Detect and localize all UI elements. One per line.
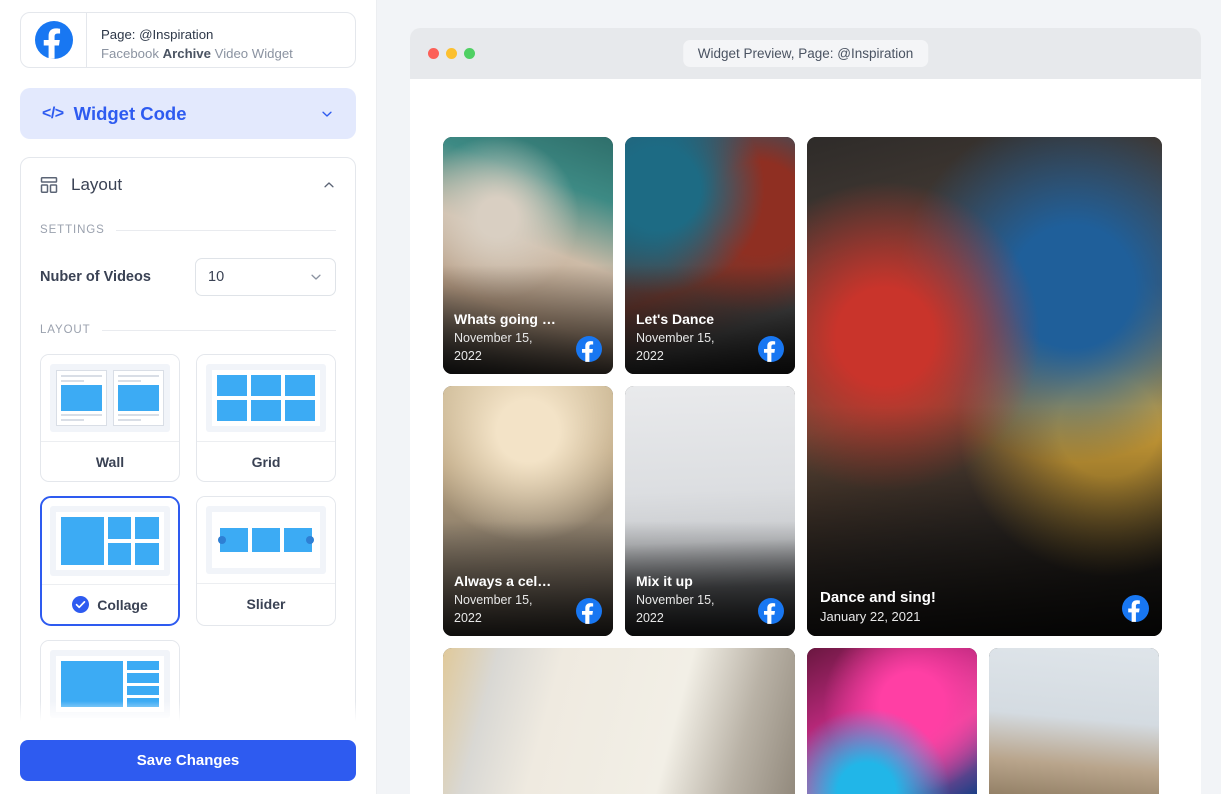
video-meta: Whats going on... November 15, 2022 bbox=[454, 310, 557, 365]
video-thumbnail bbox=[443, 648, 795, 794]
page-header-titles: Page: @Inspiration Facebook Archive Vide… bbox=[87, 13, 293, 67]
video-card[interactable] bbox=[989, 648, 1159, 794]
video-meta: Let's Dance November 15, 2022 bbox=[636, 310, 739, 365]
widget-canvas: Whats going on... November 15, 2022 bbox=[410, 79, 1201, 794]
widget-subtitle-bold: Archive bbox=[163, 46, 211, 61]
close-dot-icon[interactable] bbox=[428, 48, 439, 59]
layout-option-label: Wall bbox=[96, 454, 124, 470]
check-circle-icon bbox=[72, 596, 89, 613]
list-thumb bbox=[41, 641, 179, 727]
video-card[interactable]: Let's Dance November 15, 2022 bbox=[625, 137, 795, 374]
chevron-up-icon[interactable] bbox=[322, 178, 336, 192]
video-title: Whats going on... bbox=[454, 310, 557, 329]
slider-footer: Slider bbox=[197, 583, 335, 623]
video-meta: Mix it up November 15, 2022 bbox=[636, 572, 739, 627]
number-of-videos-label: Nuber of Videos bbox=[40, 269, 195, 285]
traffic-lights bbox=[428, 48, 475, 59]
facebook-icon[interactable] bbox=[758, 336, 784, 362]
widget-code-label: Widget Code bbox=[74, 103, 320, 125]
collage-right-column: Dance and sing! January 22, 2021 bbox=[807, 137, 1162, 636]
layout-option-label: Collage bbox=[97, 597, 148, 613]
layout-option-collage[interactable]: Collage bbox=[40, 496, 180, 626]
facebook-icon[interactable] bbox=[576, 598, 602, 624]
video-thumbnail bbox=[807, 648, 977, 794]
layout-option-label: Slider bbox=[247, 596, 286, 612]
page-name: Page: @Inspiration bbox=[101, 25, 293, 44]
layout-option-grid[interactable]: Grid bbox=[196, 354, 336, 482]
minimize-dot-icon[interactable] bbox=[446, 48, 457, 59]
layout-option-wall[interactable]: Wall bbox=[40, 354, 180, 482]
collage-thumb bbox=[42, 498, 178, 584]
facebook-icon[interactable] bbox=[576, 336, 602, 362]
layout-panel-title: Layout bbox=[71, 175, 322, 195]
number-of-videos-row: Nuber of Videos 10 bbox=[40, 258, 336, 296]
collage-layout: Whats going on... November 15, 2022 bbox=[443, 137, 1168, 636]
settings-section-label: SETTINGS bbox=[40, 224, 336, 236]
video-date: November 15, 2022 bbox=[636, 329, 739, 365]
browser-titlebar: Widget Preview, Page: @Inspiration bbox=[410, 28, 1201, 79]
save-bar: Save Changes bbox=[0, 727, 376, 794]
grid-thumb bbox=[197, 355, 335, 441]
widget-subtitle-suffix: Video Widget bbox=[211, 46, 293, 61]
slider-dot-left-icon bbox=[218, 536, 226, 544]
video-card[interactable] bbox=[443, 648, 795, 794]
video-date: November 15, 2022 bbox=[454, 591, 557, 627]
slider-dot-right-icon bbox=[306, 536, 314, 544]
video-title: Always a celebr... bbox=[454, 572, 557, 591]
video-date: November 15, 2022 bbox=[636, 591, 739, 627]
chevron-down-icon bbox=[320, 107, 334, 121]
video-thumbnail bbox=[989, 648, 1159, 794]
video-meta: Dance and sing! January 22, 2021 bbox=[820, 587, 1106, 626]
video-card[interactable] bbox=[807, 648, 977, 794]
video-title: Mix it up bbox=[636, 572, 739, 591]
collage-bottom-row bbox=[443, 648, 1168, 794]
app-root: Page: @Inspiration Facebook Archive Vide… bbox=[0, 0, 1221, 794]
widget-code-accordion[interactable]: </> Widget Code bbox=[20, 88, 356, 139]
video-title: Dance and sing! bbox=[820, 587, 1106, 608]
number-of-videos-select[interactable]: 10 bbox=[195, 258, 336, 296]
facebook-logo-icon bbox=[35, 21, 73, 59]
widget-subtitle-prefix: Facebook bbox=[101, 46, 163, 61]
preview-area: Widget Preview, Page: @Inspiration Whats… bbox=[377, 0, 1221, 794]
sidebar-scroll-area[interactable]: Page: @Inspiration Facebook Archive Vide… bbox=[0, 0, 376, 727]
collage-footer: Collage bbox=[42, 584, 178, 624]
preview-title-chip: Widget Preview, Page: @Inspiration bbox=[683, 40, 929, 67]
video-date: January 22, 2021 bbox=[820, 608, 1106, 626]
number-of-videos-value: 10 bbox=[208, 269, 309, 285]
layout-section-text: LAYOUT bbox=[40, 324, 91, 336]
video-card-featured[interactable]: Dance and sing! January 22, 2021 bbox=[807, 137, 1162, 636]
facebook-icon[interactable] bbox=[758, 598, 784, 624]
maximize-dot-icon[interactable] bbox=[464, 48, 475, 59]
video-date: November 15, 2022 bbox=[454, 329, 557, 365]
layout-section-label: LAYOUT bbox=[40, 324, 336, 336]
layout-option-list[interactable] bbox=[40, 640, 180, 727]
video-card[interactable]: Always a celebr... November 15, 2022 bbox=[443, 386, 613, 636]
grid-footer: Grid bbox=[197, 441, 335, 481]
page-header-card: Page: @Inspiration Facebook Archive Vide… bbox=[20, 12, 356, 68]
layout-options-grid: Wall Grid bbox=[40, 354, 336, 727]
video-card[interactable]: Whats going on... November 15, 2022 bbox=[443, 137, 613, 374]
facebook-icon[interactable] bbox=[1122, 595, 1149, 622]
layout-option-slider[interactable]: Slider bbox=[196, 496, 336, 626]
video-title: Let's Dance bbox=[636, 310, 739, 329]
save-changes-button[interactable]: Save Changes bbox=[20, 740, 356, 781]
layout-panel-header[interactable]: Layout bbox=[40, 158, 336, 212]
code-icon: </> bbox=[42, 105, 64, 123]
layout-icon bbox=[40, 176, 58, 194]
browser-mock: Widget Preview, Page: @Inspiration Whats… bbox=[410, 28, 1201, 794]
video-card[interactable]: Mix it up November 15, 2022 bbox=[625, 386, 795, 636]
collage-left-column: Whats going on... November 15, 2022 bbox=[443, 137, 795, 636]
slider-thumb bbox=[197, 497, 335, 583]
facebook-logo-container bbox=[21, 13, 87, 67]
wall-footer: Wall bbox=[41, 441, 179, 481]
layout-option-label: Grid bbox=[252, 454, 281, 470]
widget-subtitle: Facebook Archive Video Widget bbox=[101, 44, 293, 63]
settings-section-text: SETTINGS bbox=[40, 224, 105, 236]
wall-thumb bbox=[41, 355, 179, 441]
settings-sidebar: Page: @Inspiration Facebook Archive Vide… bbox=[0, 0, 377, 794]
chevron-down-icon bbox=[309, 270, 323, 284]
video-meta: Always a celebr... November 15, 2022 bbox=[454, 572, 557, 627]
layout-panel: Layout SETTINGS Nuber of Videos 10 bbox=[20, 157, 356, 727]
